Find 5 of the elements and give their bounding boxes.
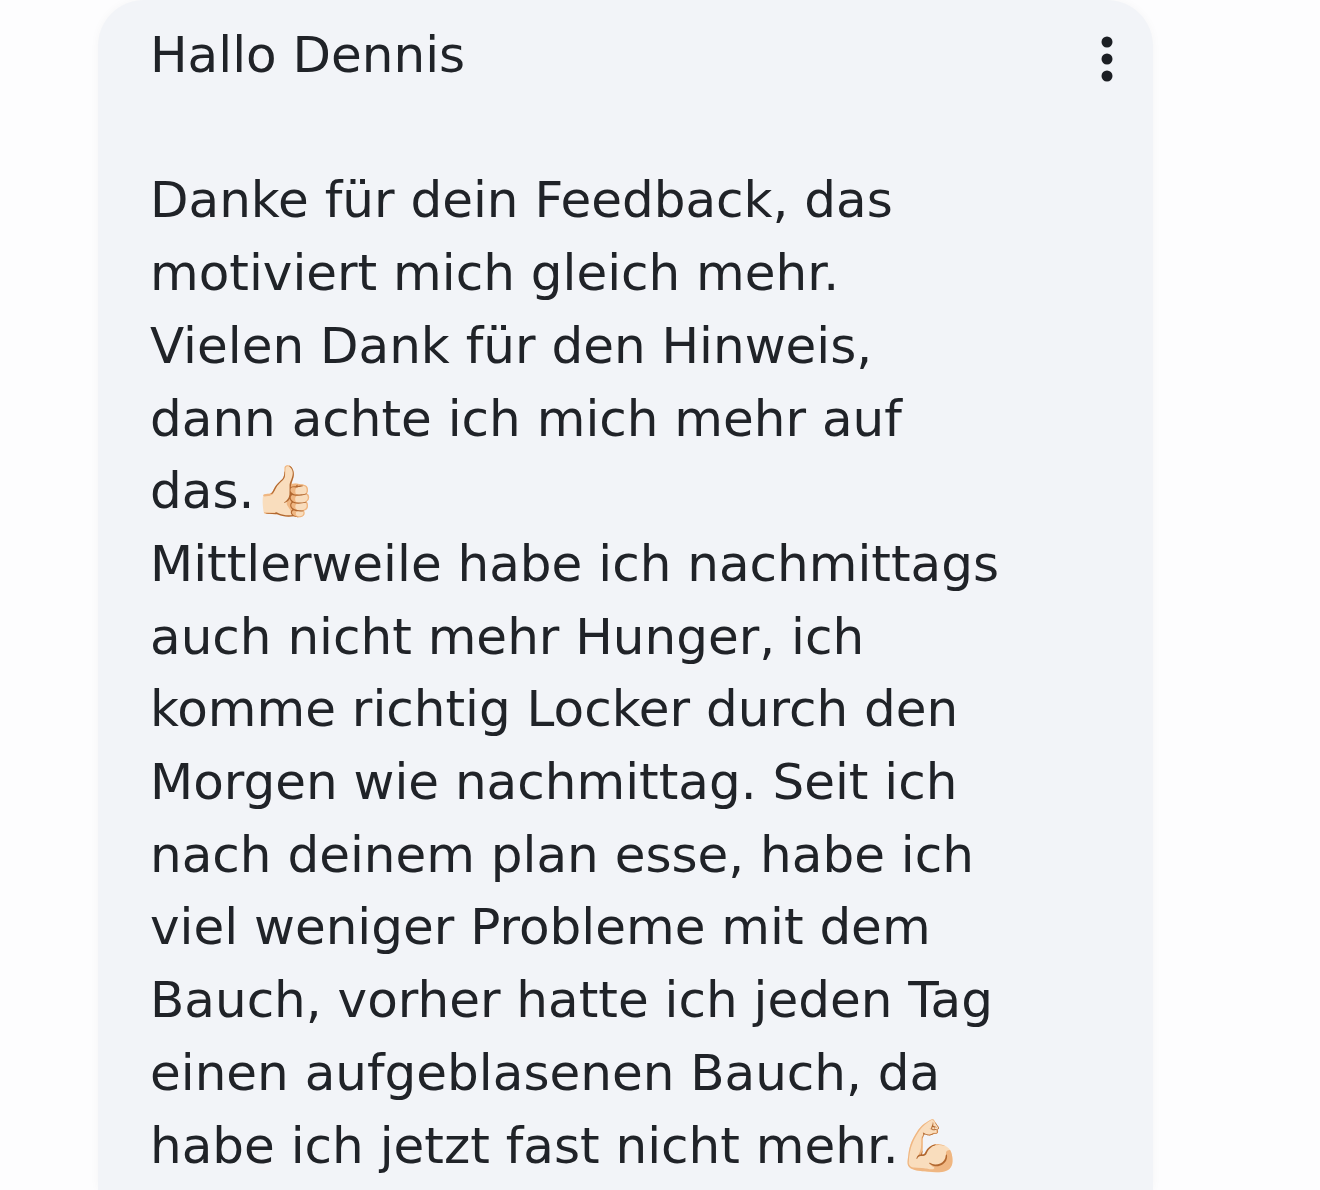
message-text: Danke für dein Feedback, das motiviert mich gleich mehr.	[150, 170, 893, 305]
message-text: Mittlerweile habe ich nachmittags auch nicht mehr Hunger, ich komme richtig Locker durch den Morgen wie nachmittag. Seit ich nach deinem plan esse, habe ich viel weniger Probleme mit dem Bauch, vorher hatte ich jeden Tag einen aufgeblasenen Bauch, da habe ich jetzt fast nicht mehr.💪🏻	[150, 533, 999, 1177]
message-text: Vielen Dank für den Hinweis, dann achte ich mich mehr auf das.👍🏻	[150, 315, 902, 523]
more-options-icon[interactable]	[1101, 36, 1113, 83]
greeting-text: Hallo Dennis	[150, 25, 466, 86]
